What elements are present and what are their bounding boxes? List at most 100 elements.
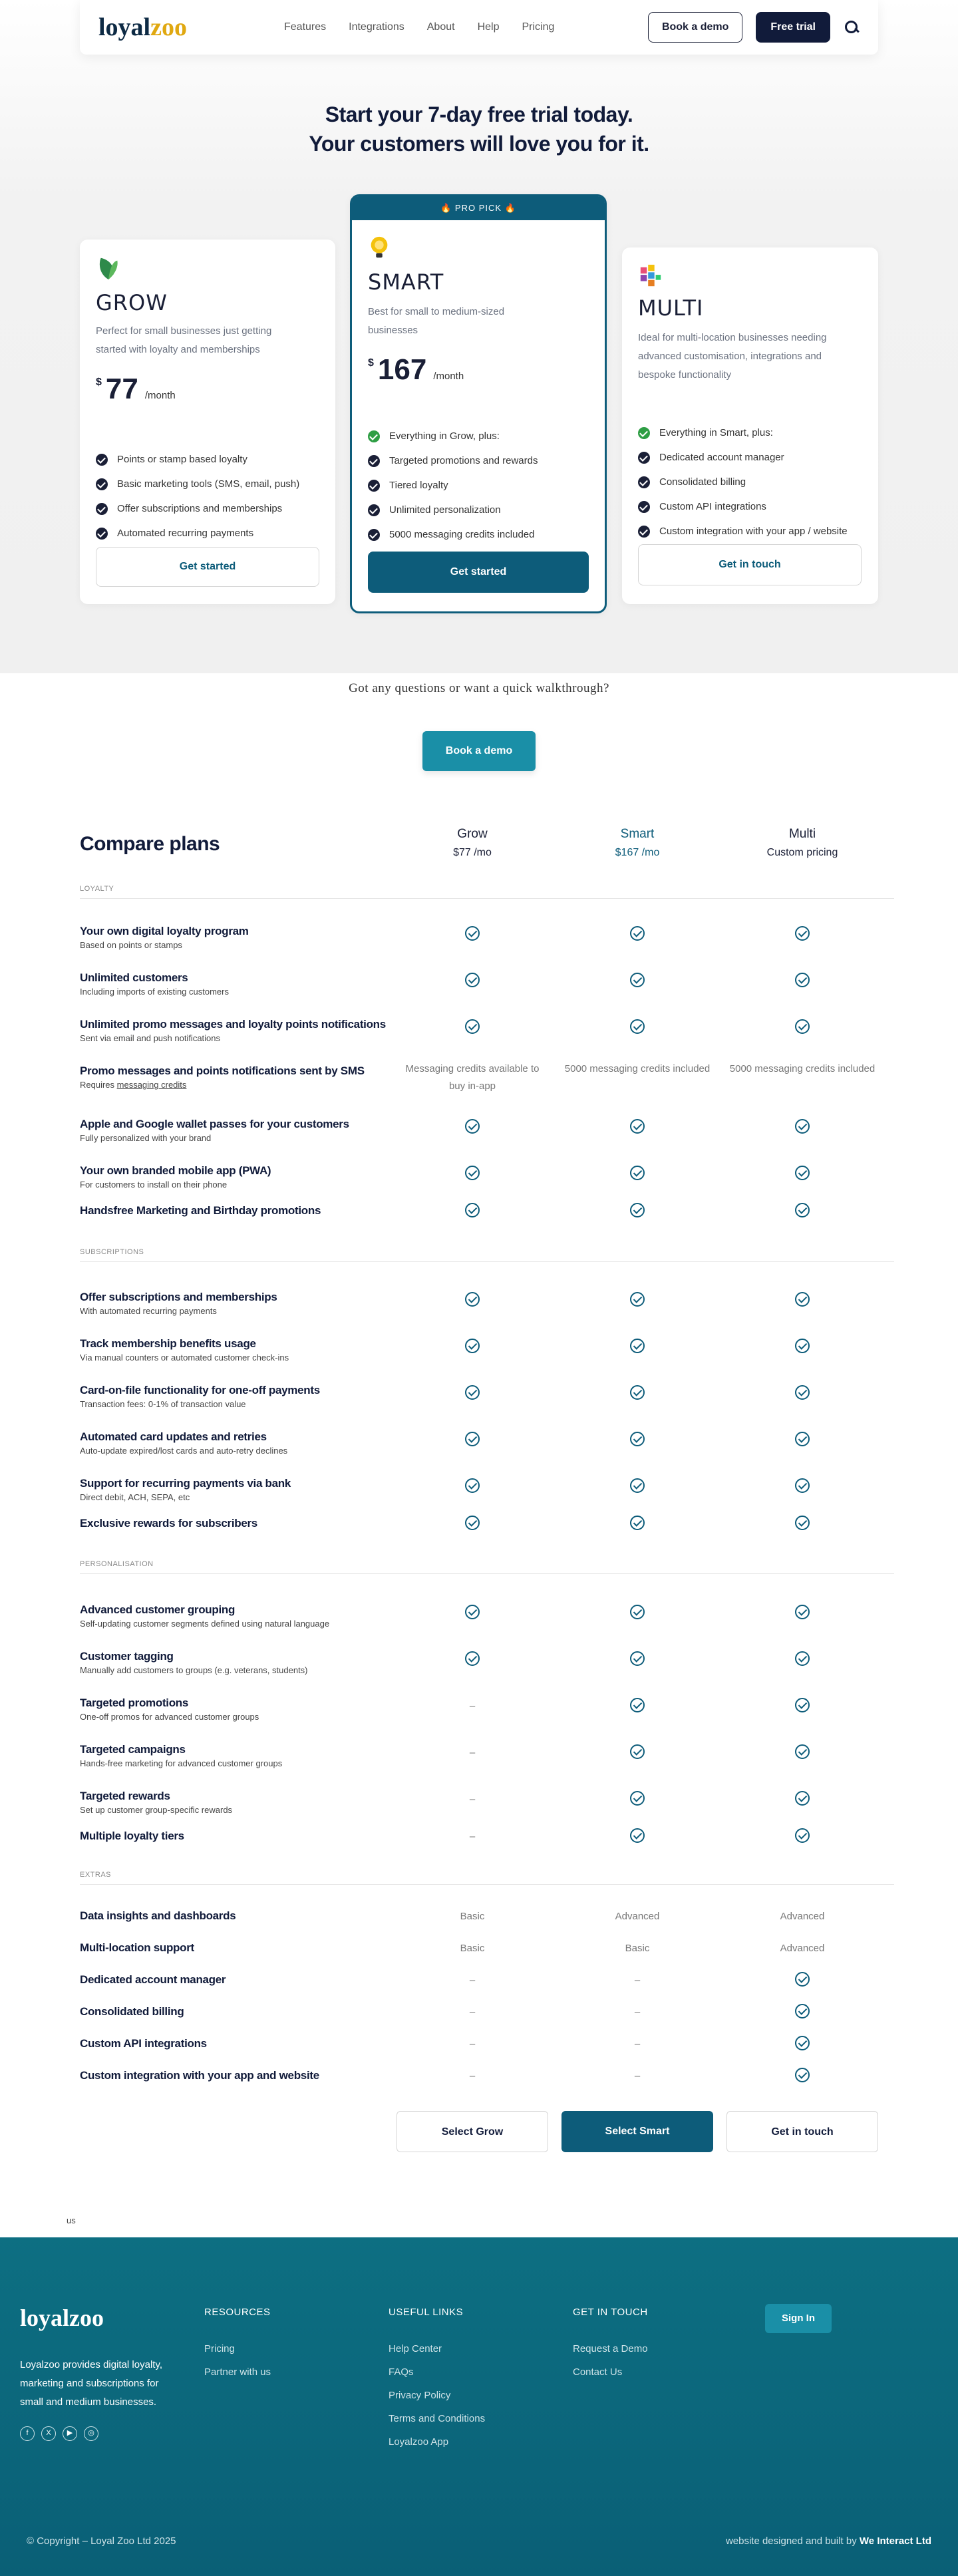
feature-item: Consolidated billing: [638, 470, 848, 494]
compare-plans-title: Compare plans: [80, 833, 220, 855]
check-icon: [465, 926, 480, 941]
footer-logo[interactable]: loyal zoo: [20, 2304, 104, 2332]
check-icon: [795, 1339, 810, 1353]
check-icon: [795, 1605, 810, 1619]
footer-link-partner[interactable]: Partner with us: [204, 2366, 271, 2378]
feature-item: Everything in Grow, plus:: [368, 424, 538, 448]
check-icon: [465, 1292, 480, 1307]
facebook-icon[interactable]: f: [20, 2426, 35, 2441]
check-icon: [630, 926, 645, 941]
check-circle-icon: [399, 1516, 546, 1536]
cell-value: 5000 messaging credits included: [729, 1063, 876, 1074]
price-amount: 167: [377, 353, 427, 386]
x-twitter-icon[interactable]: X: [41, 2426, 56, 2441]
footer-link-terms[interactable]: Terms and Conditions: [389, 2413, 485, 2424]
check-circle-icon: [399, 1166, 546, 1186]
get-started-button[interactable]: Get started: [96, 547, 319, 587]
footer-col-resources: RESOURCES Pricing Partner with us: [204, 2307, 271, 2390]
not-included-dash: –: [469, 1747, 476, 1758]
check-circle-icon: [729, 1605, 876, 1625]
feature-item: Custom integration with your app / websi…: [638, 519, 848, 544]
footer-link-app[interactable]: Loyalzoo App: [389, 2436, 485, 2448]
footer-col-useful: USEFUL LINKS Help Center FAQs Privacy Po…: [389, 2307, 485, 2460]
check-icon: [368, 504, 380, 516]
nav-link-features[interactable]: Features: [284, 21, 326, 33]
plan-card-grow: GROW Perfect for small businesses just g…: [80, 240, 335, 604]
free-trial-button[interactable]: Free trial: [756, 12, 830, 43]
plan-card-multi: MULTI Ideal for multi-location businesse…: [622, 247, 878, 604]
check-circle-icon: [564, 1292, 711, 1313]
check-circle-icon: [564, 1478, 711, 1499]
feature-text: Basic marketing tools (SMS, email, push): [117, 478, 300, 490]
check-circle-icon: [399, 1478, 546, 1499]
footer-link-pricing[interactable]: Pricing: [204, 2343, 271, 2354]
select-grow-button[interactable]: Select Grow: [397, 2111, 548, 2152]
check-icon: [638, 426, 650, 439]
logo-text-a: loyal: [98, 13, 151, 41]
nav-link-help[interactable]: Help: [478, 21, 500, 33]
check-icon: [630, 1651, 645, 1666]
check-icon: [795, 1791, 810, 1806]
check-icon: [465, 1203, 480, 1217]
check-icon: [630, 1791, 645, 1806]
check-circle-icon: [729, 973, 876, 993]
check-circle-icon: [564, 1432, 711, 1452]
check-icon: [795, 2068, 810, 2082]
check-icon: [795, 1698, 810, 1712]
logo[interactable]: loyal zoo: [98, 13, 187, 42]
check-icon: [465, 1478, 480, 1493]
footer-link-contact[interactable]: Contact Us: [573, 2366, 648, 2378]
sign-in-button[interactable]: Sign In: [765, 2304, 832, 2333]
nav-menu: Features Integrations About Help Pricing: [284, 21, 554, 33]
not-included-dash: –: [634, 1975, 641, 1986]
messaging-credits-link[interactable]: messaging credits: [117, 1080, 187, 1090]
logo-text-a: loyal: [20, 2305, 70, 2331]
feature-text: Custom integration with your app / websi…: [659, 526, 848, 537]
check-icon: [465, 973, 480, 987]
check-icon: [795, 1828, 810, 1843]
footer-link-help-center[interactable]: Help Center: [389, 2343, 485, 2354]
cell-value: Basic: [460, 1943, 485, 1954]
cell-value: Basic: [625, 1943, 650, 1954]
nav-link-pricing[interactable]: Pricing: [522, 21, 554, 33]
feature-text: Automated recurring payments: [117, 528, 254, 539]
builder-link[interactable]: We Interact Ltd: [860, 2535, 931, 2547]
row-subtitle-text: For customers to install on their phone: [80, 1180, 228, 1190]
feature-item: Tiered loyalty: [368, 473, 538, 498]
nav-link-integrations[interactable]: Integrations: [349, 21, 404, 33]
get-started-button[interactable]: Get started: [368, 552, 589, 593]
footer-link-request-demo[interactable]: Request a Demo: [573, 2343, 648, 2354]
check-icon: [638, 500, 650, 513]
footer-about: Loyalzoo provides digital loyalty, marke…: [20, 2359, 163, 2408]
nav-link-about[interactable]: About: [427, 21, 455, 33]
check-icon: [96, 502, 108, 515]
column-price: $77 /mo: [453, 847, 492, 858]
check-circle-icon: [729, 1651, 876, 1672]
top-navbar: loyal zoo Features Integrations About Hel…: [80, 0, 878, 55]
check-circle-icon: [564, 1339, 711, 1359]
not-included-dash: –: [469, 2070, 476, 2082]
check-icon: [465, 1019, 480, 1034]
youtube-icon[interactable]: ▶: [63, 2426, 77, 2441]
check-circle-icon: [729, 1972, 876, 1993]
check-icon: [795, 1385, 810, 1400]
get-in-touch-button[interactable]: Get in touch: [638, 544, 862, 585]
check-circle-icon: [399, 1119, 546, 1140]
footer-link-privacy[interactable]: Privacy Policy: [389, 2390, 485, 2401]
blocks-icon: [640, 264, 661, 287]
check-icon: [465, 1166, 480, 1180]
check-circle-icon: [729, 2068, 876, 2088]
feature-item: Points or stamp based loyalty: [96, 447, 299, 472]
search-icon[interactable]: [844, 19, 860, 35]
select-smart-button[interactable]: Select Smart: [561, 2111, 713, 2152]
feature-item: Targeted promotions and rewards: [368, 448, 538, 473]
feature-item: Offer subscriptions and memberships: [96, 496, 299, 521]
check-circle-icon: [399, 1292, 546, 1313]
book-demo-cta-button[interactable]: Book a demo: [422, 731, 536, 771]
get-in-touch-table-button[interactable]: Get in touch: [726, 2111, 878, 2152]
check-circle-icon: [564, 1791, 711, 1812]
footer-link-faqs[interactable]: FAQs: [389, 2366, 485, 2378]
section-label-loyalty: LOYALTY: [80, 885, 894, 899]
instagram-icon[interactable]: ◎: [84, 2426, 98, 2441]
book-demo-button[interactable]: Book a demo: [647, 12, 743, 43]
